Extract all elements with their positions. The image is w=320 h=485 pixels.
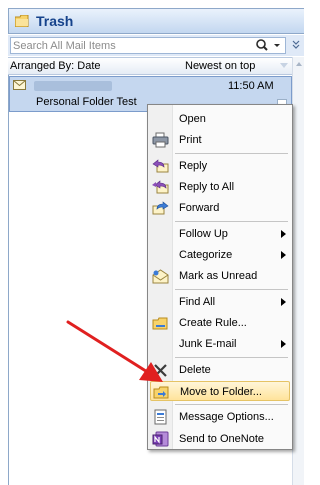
sort-arrow-icon[interactable]	[279, 61, 289, 71]
folder-header: Trash	[8, 8, 304, 34]
options-icon	[154, 409, 167, 425]
menu-item-label: Open	[179, 113, 206, 125]
red-pointer-arrow-icon	[66, 320, 163, 382]
menu-item-send-to-onenote[interactable]: Send to OneNote	[150, 429, 290, 449]
menu-item-label: Move to Folder...	[180, 386, 262, 398]
menu-item-label: Create Rule...	[179, 317, 247, 329]
mail-pane: Trash Arranged By: Date Newest on top	[0, 0, 304, 485]
forward-icon	[152, 201, 169, 215]
menu-item-follow-up[interactable]: Follow Up	[150, 224, 290, 244]
menu-item-open[interactable]: Open	[150, 109, 290, 129]
reply-icon	[152, 159, 169, 173]
menu-item-label: Print	[179, 134, 202, 146]
menu-item-label: Send to OneNote	[179, 433, 265, 445]
menu-item-label: Forward	[179, 202, 220, 214]
menu-item-forward[interactable]: Forward	[150, 198, 290, 218]
received-time: 11:50 AM	[228, 80, 274, 92]
scrollbar[interactable]	[292, 57, 304, 485]
search-icon[interactable]	[253, 38, 283, 53]
folder-title: Trash	[36, 13, 74, 29]
submenu-arrow-icon	[281, 340, 286, 348]
submenu-arrow-icon	[281, 251, 286, 259]
menu-item-label: Reply	[179, 160, 208, 172]
arrangement-header[interactable]: Arranged By: Date Newest on top	[8, 57, 304, 75]
search-box[interactable]	[10, 37, 286, 54]
menu-item-label: Delete	[179, 364, 211, 376]
sort-order-label[interactable]: Newest on top	[185, 60, 255, 72]
menu-item-print[interactable]: Print	[150, 130, 290, 150]
menu-item-label: Junk E-mail	[179, 338, 237, 350]
expand-chevron-icon[interactable]	[290, 38, 302, 52]
sender-redacted	[34, 81, 112, 91]
menu-item-mark-unread[interactable]: Mark as Unread	[150, 266, 290, 286]
search-bar	[8, 35, 304, 56]
menu-separator	[175, 289, 288, 290]
arranged-by-label[interactable]: Arranged By: Date	[10, 60, 101, 72]
envelope-open-icon	[152, 269, 169, 284]
search-input[interactable]	[13, 39, 243, 52]
menu-separator	[175, 357, 288, 358]
menu-separator	[175, 404, 288, 405]
scroll-up-icon[interactable]	[294, 59, 304, 69]
menu-item-label: Categorize	[179, 249, 233, 261]
menu-item-reply[interactable]: Reply	[150, 156, 290, 176]
printer-icon	[152, 132, 169, 148]
menu-item-label: Mark as Unread	[179, 270, 258, 282]
menu-separator	[175, 153, 288, 154]
menu-separator	[175, 221, 288, 222]
envelope-icon	[13, 80, 26, 90]
context-menu: Open Print Reply Reply to All Forward Fo…	[147, 104, 293, 450]
menu-item-categorize[interactable]: Categorize	[150, 245, 290, 265]
onenote-icon	[152, 431, 169, 447]
menu-item-label: Message Options...	[179, 411, 274, 423]
menu-item-reply-all[interactable]: Reply to All	[150, 177, 290, 197]
reply-all-icon	[152, 180, 169, 194]
menu-item-message-options[interactable]: Message Options...	[150, 407, 290, 427]
submenu-arrow-icon	[281, 230, 286, 238]
menu-item-label: Reply to All	[179, 181, 235, 193]
menu-item-label: Follow Up	[179, 228, 228, 240]
submenu-arrow-icon	[281, 298, 286, 306]
menu-item-label: Find All	[179, 296, 216, 308]
menu-item-find-all[interactable]: Find All	[150, 292, 290, 312]
message-subject: Personal Folder Test	[36, 96, 137, 108]
trash-folder-icon	[15, 15, 29, 27]
